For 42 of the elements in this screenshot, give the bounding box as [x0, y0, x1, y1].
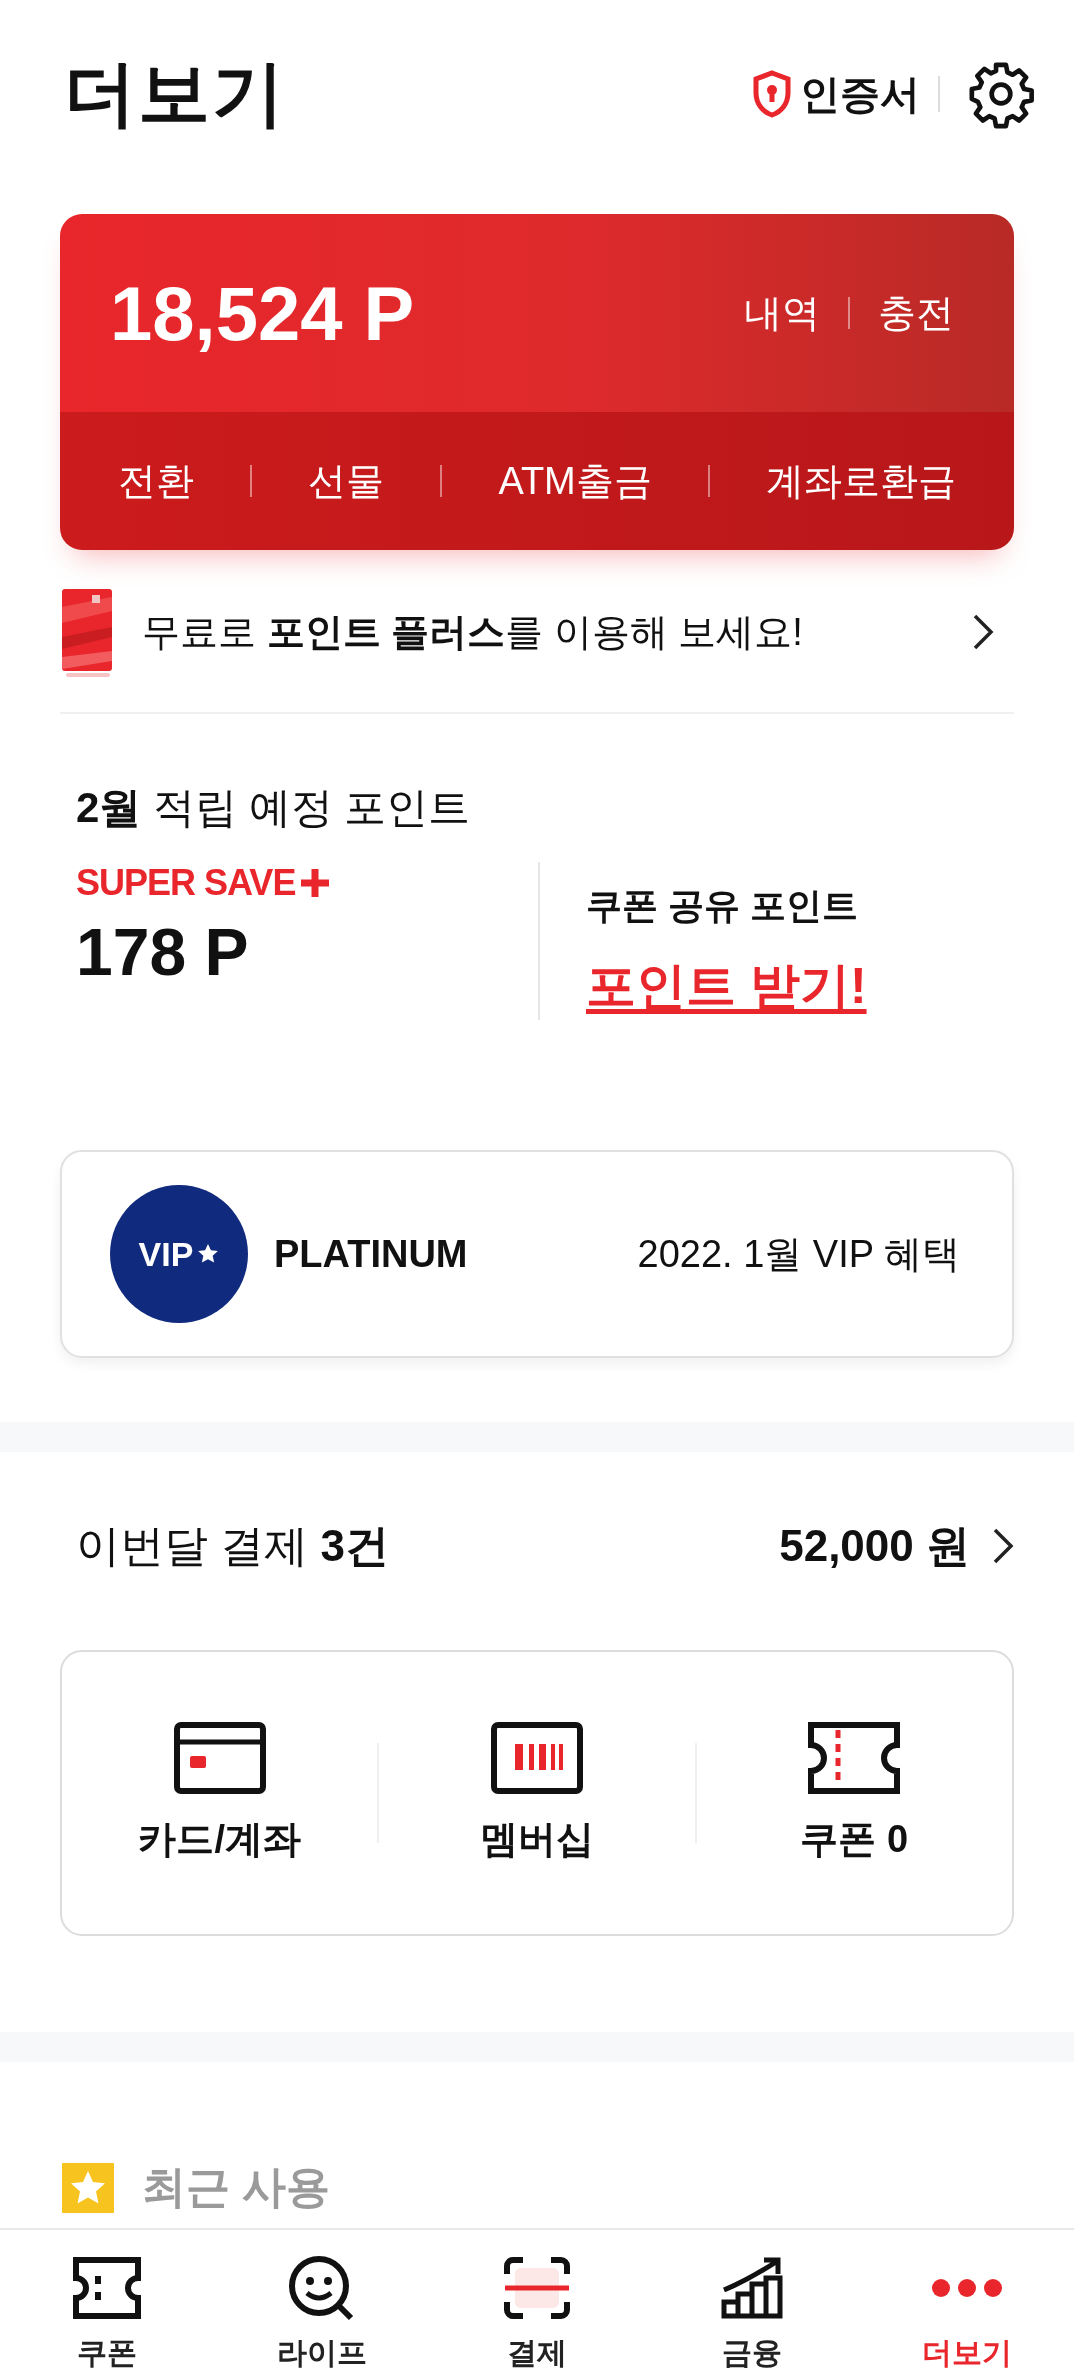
vip-benefit: 2022. 1월 VIP 혜택: [637, 1231, 960, 1277]
super-save-amount: 178 P: [76, 914, 250, 990]
page-title: 더보기: [64, 52, 286, 135]
shortcut-button[interactable]: 카드/계좌: [62, 1721, 378, 1865]
points-action[interactable]: ATM출금: [498, 455, 652, 507]
section-title: 최근 사용: [142, 2161, 331, 2213]
certificate-button[interactable]: 인증서: [752, 66, 920, 122]
section-title: 2월 적립 예정 포인트: [76, 783, 472, 833]
points-action[interactable]: 선물: [308, 455, 385, 507]
plus-icon: [299, 867, 332, 899]
tab-bar-item[interactable]: 금융: [644, 2230, 860, 2378]
shortcut-button[interactable]: 멤버십: [379, 1721, 695, 1865]
promo-text: 무료로 포인트 플러스를 이용해 보세요!: [142, 609, 804, 655]
points-balance: 18,524 P: [110, 269, 415, 357]
more-icon: [930, 2278, 1003, 2298]
shortcut-button[interactable]: 쿠폰 0: [696, 1721, 1012, 1865]
ticket-icon: [808, 1721, 901, 1794]
chevron-right-icon[interactable]: [972, 613, 994, 651]
tab-bar-item[interactable]: 쿠폰: [0, 2230, 215, 2378]
star-icon: [197, 1243, 220, 1265]
vip-grade: PLATINUM: [274, 1232, 469, 1276]
points-action[interactable]: 계좌로환급: [765, 455, 956, 507]
shield-lock-icon: [752, 70, 792, 118]
barcode-card-icon: [491, 1721, 583, 1794]
tab-bar-item[interactable]: 결제: [429, 2230, 645, 2378]
payment-summary: 이번달 결제 3건: [76, 1519, 389, 1572]
vip-badge: VIP: [110, 1185, 248, 1323]
points-link[interactable]: 충전: [878, 287, 954, 339]
chevron-right-icon[interactable]: [992, 1527, 1014, 1565]
get-points-link[interactable]: 포인트 받기!: [586, 953, 867, 1020]
super-save-label: SUPER SAVE: [76, 862, 296, 904]
tab-bar-item[interactable]: 라이프: [214, 2230, 430, 2378]
scan-icon: [503, 2256, 571, 2320]
growth-chart-icon: [719, 2256, 784, 2320]
ticket-icon: [72, 2256, 143, 2320]
points-action[interactable]: 전환: [118, 455, 194, 507]
coupon-share-label: 쿠폰 공유 포인트: [586, 884, 859, 928]
points-link[interactable]: 내역: [744, 287, 820, 339]
tab-bar-item[interactable]: 더보기: [859, 2230, 1074, 2378]
vip-card[interactable]: VIP PLATINUM 2022. 1월 VIP 혜택: [60, 1150, 1014, 1358]
payment-amount: 52,000 원: [779, 1519, 970, 1572]
card-icon: [173, 1721, 266, 1794]
